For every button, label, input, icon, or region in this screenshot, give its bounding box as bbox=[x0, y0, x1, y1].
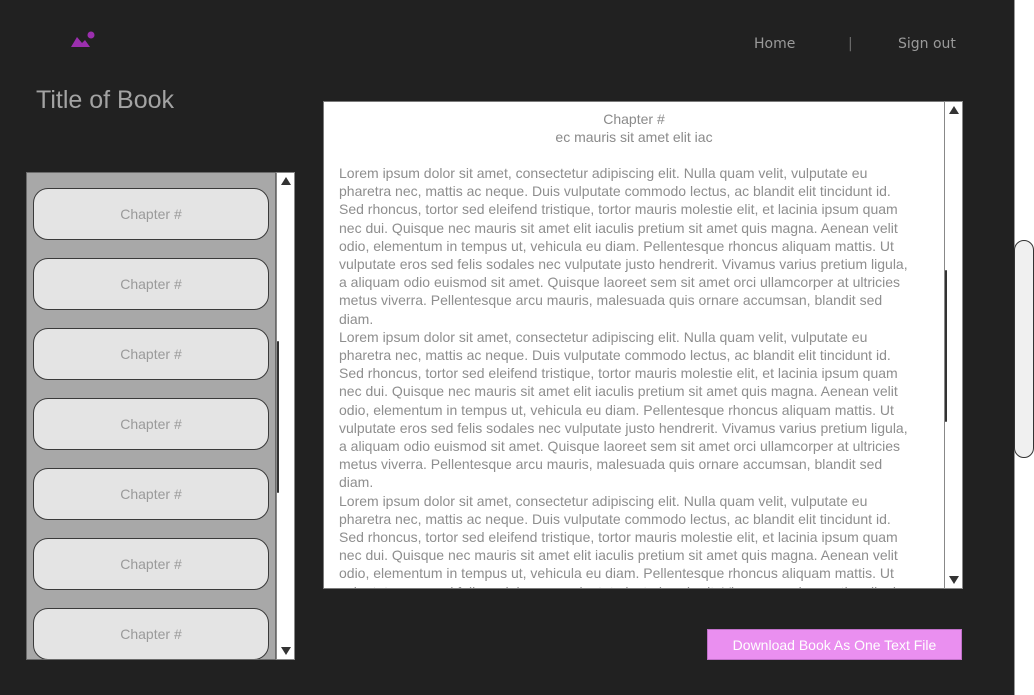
chapter-button[interactable]: Chapter # bbox=[33, 398, 269, 450]
download-book-button[interactable]: Download Book As One Text File bbox=[707, 629, 962, 660]
chapter-title: Chapter # bbox=[603, 111, 665, 127]
image-icon[interactable] bbox=[71, 31, 97, 49]
paragraph: Lorem ipsum dolor sit amet, consectetur … bbox=[339, 165, 908, 327]
page-scrollbar-thumb[interactable] bbox=[1014, 240, 1034, 458]
chapter-list: Chapter # Chapter # Chapter # Chapter # … bbox=[26, 172, 276, 660]
paragraph: Lorem ipsum dolor sit amet, consectetur … bbox=[339, 328, 908, 491]
paragraph: Lorem ipsum dolor sit amet, consectetur … bbox=[339, 492, 908, 588]
chapter-button[interactable]: Chapter # bbox=[33, 608, 269, 659]
nav-home-link[interactable]: Home bbox=[754, 36, 795, 52]
chapter-button[interactable]: Chapter # bbox=[33, 328, 269, 380]
scroll-down-arrow-icon[interactable] bbox=[277, 643, 294, 659]
nav-separator: | bbox=[848, 36, 853, 52]
book-title: Title of Book bbox=[36, 86, 175, 114]
scrollbar-thumb[interactable] bbox=[945, 270, 947, 422]
chapter-subtitle: ec mauris sit amet elit iac bbox=[555, 129, 713, 145]
scroll-up-arrow-icon[interactable] bbox=[945, 102, 962, 118]
chapter-button[interactable]: Chapter # bbox=[33, 538, 269, 590]
chapter-button[interactable]: Chapter # bbox=[33, 258, 269, 310]
chapter-button[interactable]: Chapter # bbox=[33, 188, 269, 240]
page-scrollbar[interactable] bbox=[1014, 0, 1034, 695]
chapter-button[interactable]: Chapter # bbox=[33, 468, 269, 520]
chapter-text-panel: Chapter # ec mauris sit amet elit iac Lo… bbox=[323, 101, 945, 589]
nav-sign-out-link[interactable]: Sign out bbox=[898, 36, 956, 52]
scroll-up-arrow-icon[interactable] bbox=[277, 173, 294, 189]
chapter-list-scrollbar[interactable] bbox=[276, 172, 295, 660]
scrollbar-thumb[interactable] bbox=[277, 341, 279, 493]
chapter-body: Lorem ipsum dolor sit amet, consectetur … bbox=[339, 164, 908, 588]
chapter-text-scrollbar[interactable] bbox=[944, 101, 963, 589]
scroll-down-arrow-icon[interactable] bbox=[945, 572, 962, 588]
